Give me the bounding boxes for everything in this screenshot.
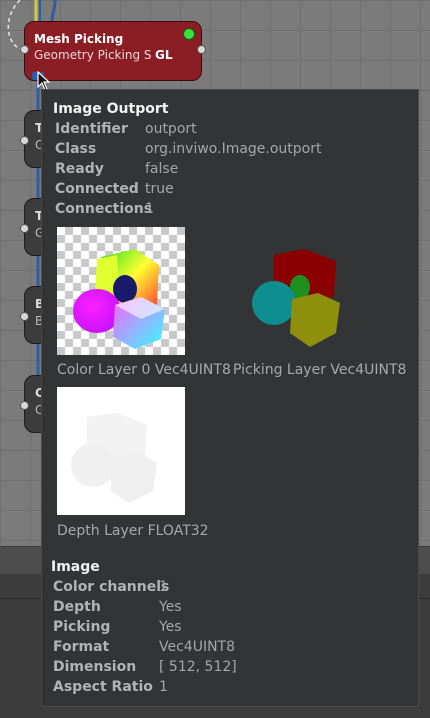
processor-inport[interactable]: [20, 45, 29, 54]
prop-key: Aspect Ratio: [53, 679, 153, 695]
prop-key: Color channels: [53, 579, 170, 595]
prop-value: [ 512, 512]: [159, 659, 237, 675]
processor-outport-right[interactable]: [197, 45, 206, 54]
layer-label: Picking Layer Vec4UINT8: [233, 362, 407, 378]
prop-value: Vec4UINT8: [159, 639, 236, 655]
prop-value: Yes: [159, 599, 182, 615]
prop-key: Class: [55, 141, 97, 157]
prop-key: Connected: [55, 181, 139, 197]
prop-key: Dimension: [53, 659, 137, 675]
prop-key: Ready: [55, 161, 104, 177]
color-layer-thumbnail: [57, 227, 185, 355]
prop-value: true: [145, 181, 174, 197]
tooltip-heading: Image: [51, 559, 100, 575]
prop-value: 1: [159, 579, 168, 595]
prop-value: Yes: [159, 619, 182, 635]
prop-value: 1: [145, 201, 154, 217]
prop-value: 1: [159, 679, 168, 695]
prop-key: Format: [53, 639, 110, 655]
processor-title: Mesh Picking: [34, 32, 124, 46]
prop-value: outport: [145, 121, 197, 137]
processor-tag: GL: [155, 48, 173, 62]
prop-value: false: [145, 161, 179, 177]
tooltip-heading: Image Outport: [53, 101, 169, 117]
prop-key: Identifier: [55, 121, 128, 137]
processor-identifier: Geometry Picking S: [34, 48, 152, 62]
layer-label: Depth Layer FLOAT32: [57, 523, 209, 539]
port-inspector-tooltip: Image Outport Identifier outport Class o…: [41, 89, 419, 707]
prop-key: Connections: [55, 201, 153, 217]
prop-key: Picking: [53, 619, 111, 635]
prop-value: org.inviwo.Image.outport: [145, 141, 322, 157]
status-light-icon: [183, 28, 195, 40]
layer-label: Color Layer 0 Vec4UINT8: [57, 362, 231, 378]
prop-key: Depth: [53, 599, 101, 615]
depth-layer-thumbnail: [57, 387, 185, 515]
picking-layer-thumbnail: [246, 227, 374, 355]
mouse-cursor-icon: [37, 71, 51, 91]
